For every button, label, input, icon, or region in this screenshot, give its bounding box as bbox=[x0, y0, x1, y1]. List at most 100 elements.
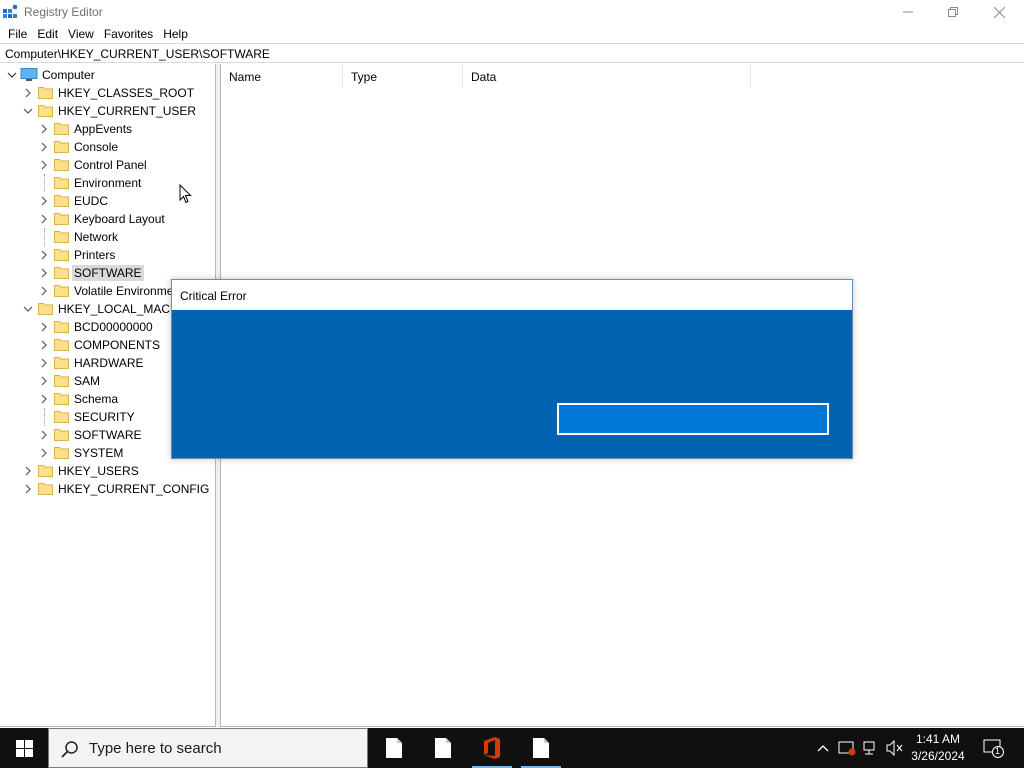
tree-label-current-user-printers: Printers bbox=[74, 248, 116, 262]
taskbar-search-box[interactable]: Type here to search bbox=[48, 728, 368, 768]
tray-overflow-button[interactable] bbox=[813, 738, 833, 758]
minimize-icon bbox=[903, 11, 913, 13]
chevron-right-icon[interactable] bbox=[39, 322, 49, 332]
tree-node-current-user-control-panel[interactable]: Control Panel bbox=[0, 156, 215, 174]
taskbar: Type here to search 1:41 AM 3/26/2024 1 bbox=[0, 728, 1024, 768]
mouse-cursor-icon bbox=[179, 184, 192, 204]
tree-node-hkey-current-user[interactable]: HKEY_CURRENT_USER bbox=[0, 102, 215, 120]
search-icon bbox=[61, 741, 78, 758]
tree-node-hkey-current-config[interactable]: HKEY_CURRENT_CONFIG bbox=[0, 480, 215, 498]
notification-count: 1 bbox=[995, 746, 1001, 756]
restore-button[interactable] bbox=[930, 0, 976, 24]
chevron-right-icon[interactable] bbox=[39, 286, 49, 296]
menu-help[interactable]: Help bbox=[158, 27, 193, 41]
windows-logo-icon bbox=[15, 739, 33, 757]
folder-icon bbox=[54, 447, 69, 459]
computer-icon bbox=[20, 68, 38, 81]
column-header-data[interactable]: Data bbox=[463, 64, 751, 88]
dialog-action-button[interactable] bbox=[557, 403, 829, 435]
action-center-button[interactable]: 1 bbox=[983, 738, 1005, 758]
chevron-right-icon[interactable] bbox=[39, 340, 49, 350]
folder-icon bbox=[54, 429, 69, 441]
folder-icon bbox=[54, 375, 69, 387]
taskbar-app-office[interactable] bbox=[468, 728, 516, 768]
start-button[interactable] bbox=[0, 728, 48, 768]
chevron-right-icon[interactable] bbox=[23, 484, 33, 494]
tree-label-current-user-volatile-environme: Volatile Environme bbox=[74, 284, 174, 298]
taskbar-app-file-1[interactable] bbox=[370, 728, 418, 768]
folder-icon bbox=[54, 195, 69, 207]
address-bar[interactable]: Computer\HKEY_CURRENT_USER\SOFTWARE bbox=[0, 43, 1024, 63]
tree-node-hkey-users[interactable]: HKEY_USERS bbox=[0, 462, 215, 480]
menu-edit[interactable]: Edit bbox=[32, 27, 63, 41]
chevron-down-icon[interactable] bbox=[7, 70, 17, 80]
chevron-right-icon[interactable] bbox=[39, 430, 49, 440]
tree-node-computer[interactable]: Computer bbox=[0, 66, 215, 84]
dialog-body bbox=[172, 310, 852, 458]
folder-icon bbox=[38, 303, 53, 315]
folder-icon bbox=[54, 249, 69, 261]
chevron-up-icon bbox=[817, 745, 829, 752]
tree-label-current-user-environment: Environment bbox=[74, 176, 142, 190]
chevron-right-icon[interactable] bbox=[39, 250, 49, 260]
tree-label-current-user-network: Network bbox=[74, 230, 119, 244]
chevron-right-icon[interactable] bbox=[23, 88, 33, 98]
chevron-right-icon[interactable] bbox=[39, 358, 49, 368]
chevron-right-icon[interactable] bbox=[39, 196, 49, 206]
folder-icon bbox=[38, 465, 53, 477]
folder-icon bbox=[38, 87, 53, 99]
folder-icon bbox=[54, 159, 69, 171]
chevron-right-icon[interactable] bbox=[39, 394, 49, 404]
document-icon bbox=[533, 738, 549, 758]
chevron-right-icon[interactable] bbox=[39, 448, 49, 458]
taskbar-app-file-2[interactable] bbox=[419, 728, 467, 768]
folder-icon bbox=[54, 393, 69, 405]
chevron-right-icon[interactable] bbox=[39, 214, 49, 224]
folder-icon bbox=[54, 123, 69, 135]
folder-icon bbox=[38, 483, 53, 495]
tree-node-current-user-keyboard-layout[interactable]: Keyboard Layout bbox=[0, 210, 215, 228]
tree-label-current-user-appevents: AppEvents bbox=[74, 122, 133, 136]
document-icon bbox=[435, 738, 451, 758]
address-path[interactable]: Computer\HKEY_CURRENT_USER\SOFTWARE bbox=[5, 47, 270, 61]
chevron-down-icon[interactable] bbox=[23, 304, 33, 314]
clock-time[interactable]: 1:41 AM bbox=[900, 732, 976, 746]
tree-node-current-user-network[interactable]: Network bbox=[0, 228, 215, 246]
column-header-type[interactable]: Type bbox=[343, 64, 463, 88]
close-button[interactable] bbox=[976, 0, 1022, 24]
tree-label-local-machine-schema: Schema bbox=[74, 392, 119, 406]
folder-icon bbox=[54, 285, 69, 297]
tree-label-current-user-control-panel: Control Panel bbox=[74, 158, 147, 172]
tree-node-current-user-console[interactable]: Console bbox=[0, 138, 215, 156]
tray-security[interactable] bbox=[837, 738, 857, 758]
clock-date[interactable]: 3/26/2024 bbox=[900, 749, 976, 763]
tree-node-current-user-appevents[interactable]: AppEvents bbox=[0, 120, 215, 138]
chevron-right-icon[interactable] bbox=[39, 124, 49, 134]
chevron-right-icon[interactable] bbox=[39, 268, 49, 278]
menu-view[interactable]: View bbox=[63, 27, 99, 41]
tree-label-current-user-software: SOFTWARE bbox=[72, 265, 144, 281]
chevron-down-icon[interactable] bbox=[23, 106, 33, 116]
tray-network[interactable] bbox=[861, 738, 881, 758]
taskbar-app-file-3[interactable] bbox=[517, 728, 565, 768]
critical-error-dialog: Critical Error bbox=[171, 279, 853, 459]
menu-file[interactable]: File bbox=[3, 27, 32, 41]
tree-label-hkey-current-user: HKEY_CURRENT_USER bbox=[58, 104, 197, 118]
minimize-button[interactable] bbox=[885, 0, 931, 24]
tree-node-hkey-classes-root[interactable]: HKEY_CLASSES_ROOT bbox=[0, 84, 215, 102]
notification-icon bbox=[983, 739, 1004, 758]
tree-label-local-machine-bcd00000000: BCD00000000 bbox=[74, 320, 153, 334]
registry-editor-icon bbox=[3, 4, 18, 18]
tree-label-local-machine-components: COMPONENTS bbox=[74, 338, 161, 352]
chevron-right-icon[interactable] bbox=[23, 466, 33, 476]
chevron-right-icon[interactable] bbox=[39, 160, 49, 170]
column-header-name[interactable]: Name bbox=[221, 64, 343, 88]
tree-node-current-user-printers[interactable]: Printers bbox=[0, 246, 215, 264]
tree-label-current-user-console: Console bbox=[74, 140, 119, 154]
chevron-right-icon[interactable] bbox=[39, 142, 49, 152]
menu-favorites[interactable]: Favorites bbox=[99, 27, 158, 41]
tree-label-local-machine-system: SYSTEM bbox=[74, 446, 124, 460]
document-icon bbox=[386, 738, 402, 758]
chevron-right-icon[interactable] bbox=[39, 376, 49, 386]
dialog-title-bar: Critical Error bbox=[172, 280, 852, 310]
